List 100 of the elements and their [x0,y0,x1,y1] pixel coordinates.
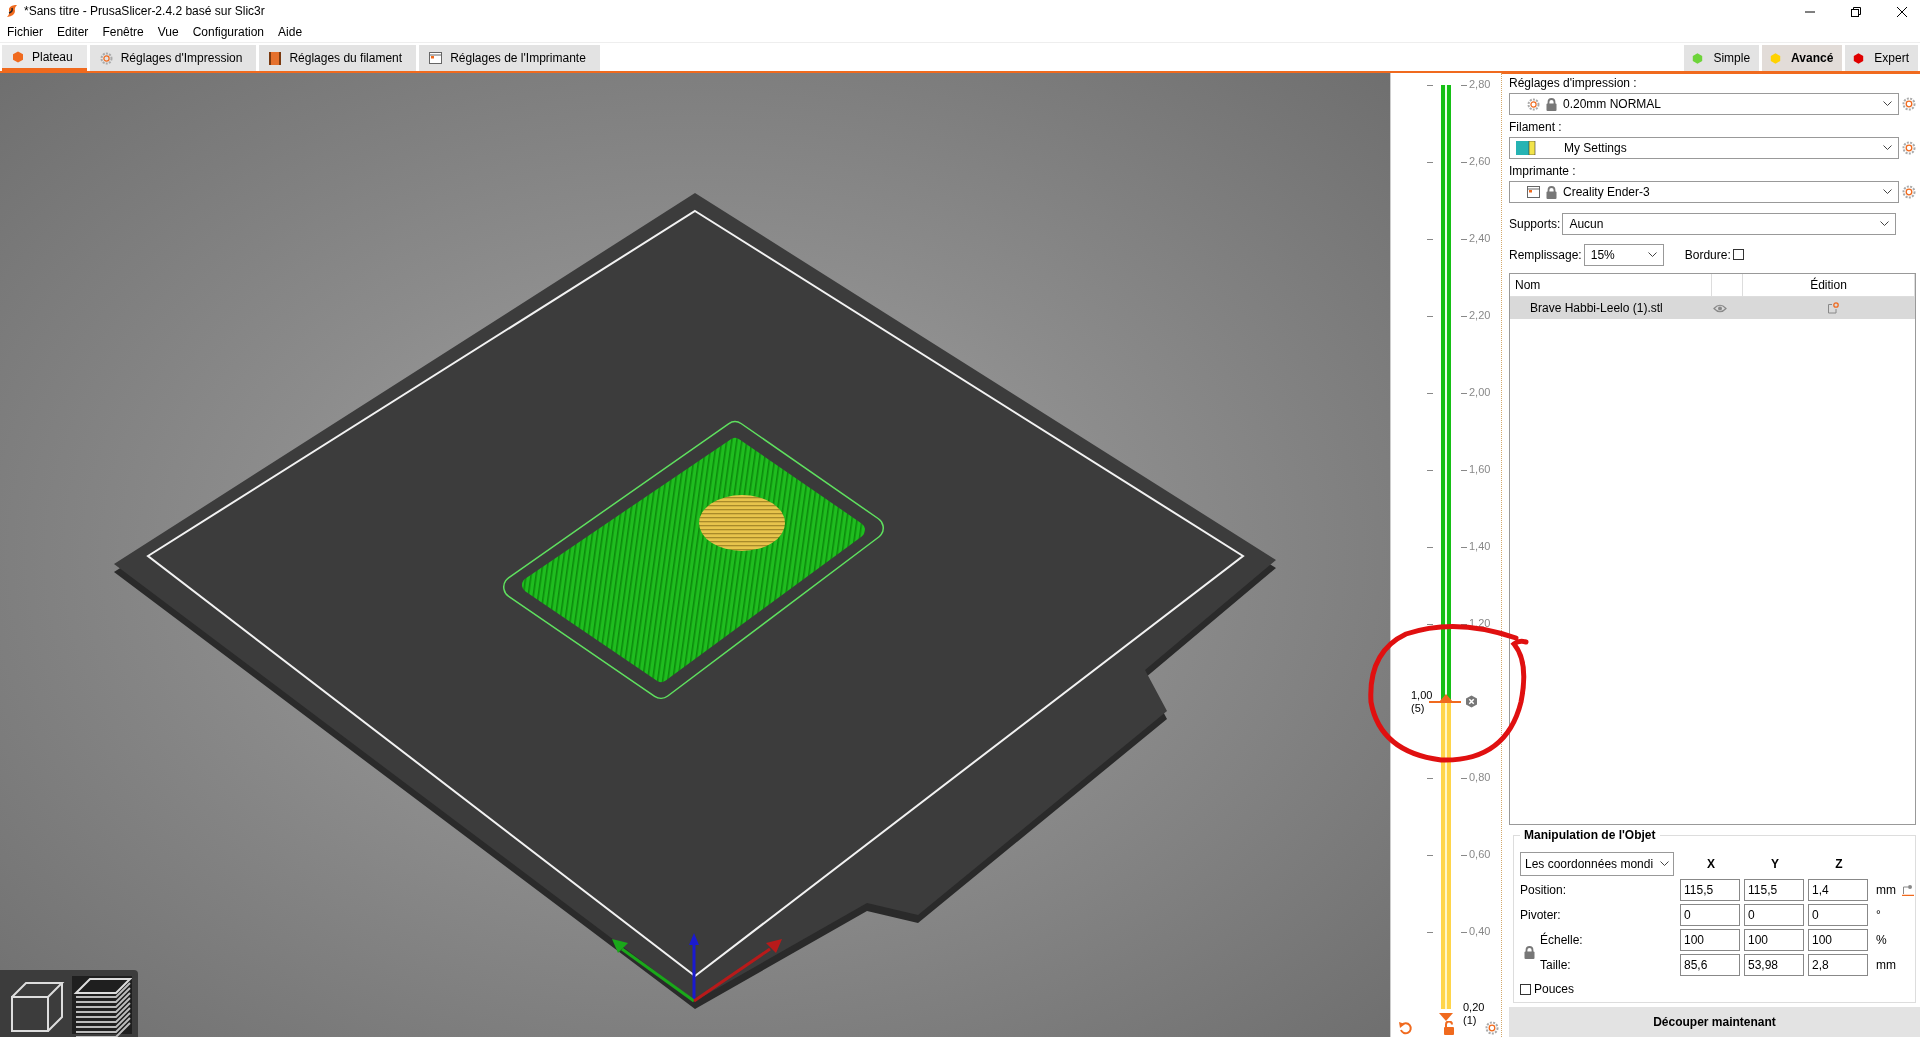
tab[interactable]: Réglages d'Impression [89,45,257,71]
preview-button[interactable] [72,976,132,1034]
row-label: Taille: [1539,958,1572,972]
object-name: Brave Habbi-Leelo (1).stl [1529,301,1664,315]
tick-label: 0,60 [1469,848,1491,860]
supports-dropdown[interactable]: Aucun [1562,212,1896,235]
value-field[interactable]: 115,5 [1744,879,1804,901]
hexagon-icon [12,50,24,63]
value-field[interactable]: 0 [1680,904,1740,926]
preset-label: Filament : [1509,120,1563,134]
tick-label: 0,80 [1469,771,1491,783]
edit-icon[interactable] [1827,302,1839,314]
axis-label: Y [1770,857,1780,871]
value-field[interactable]: 100 [1680,929,1740,951]
printer-window-icon [429,52,443,64]
settings-icon[interactable] [1902,97,1916,111]
tab[interactable]: Réglages du filament [259,45,417,71]
row-label: Pivoter: [1520,908,1562,922]
value-field[interactable]: 2,8 [1808,954,1868,976]
unit-label: % [1876,933,1887,947]
chevron-icon [1883,101,1892,107]
object-row[interactable]: Brave Habbi-Leelo (1).stl [1510,297,1915,319]
close-icon[interactable] [1896,6,1908,18]
menu-item[interactable]: Fichier [7,25,43,39]
tick-label: 2,60 [1469,155,1491,167]
tab[interactable]: Réglages de l'Imprimante [419,45,600,71]
printer-window-icon [1527,186,1540,198]
restore-icon[interactable] [1850,6,1862,18]
tab[interactable]: Plateau [2,45,87,71]
preset-label: Imprimante : [1509,164,1577,178]
3d-viewport[interactable] [0,73,1390,1037]
thumb-value: 1,00 (5) [1411,689,1433,715]
window-title: *Sans titre - PrusaSlicer-2.4.2 basé sur Slic3r [24,4,265,18]
infill-dropdown[interactable]: 15% [1583,243,1664,266]
value-field[interactable]: 0 [1744,904,1804,926]
gear-icon [1527,97,1540,111]
spool-icon [269,51,282,65]
lower-thumb[interactable] [1439,1013,1453,1021]
tick-label: 2,40 [1469,232,1491,244]
supports-label: Supports: [1509,216,1561,231]
menu-item[interactable]: Fenêtre [102,25,144,39]
upper-thumb[interactable] [1439,694,1453,702]
tick-label: 1,60 [1469,463,1491,475]
settings-icon[interactable] [1902,141,1916,155]
menu-item[interactable]: Editer [57,25,89,39]
gear-icon [99,51,113,65]
row-label: Position: [1520,883,1568,897]
chevron-icon [1883,189,1892,195]
unit-label: mm [1876,883,1896,897]
coordinates-dropdown[interactable]: Les coordonnées mondi [1520,852,1674,876]
menu-item[interactable]: Configuration [192,25,265,39]
chevron-icon [1880,220,1889,227]
tick-label: 2,20 [1469,309,1491,321]
column-header[interactable]: Nom [1510,274,1712,296]
value-field[interactable]: 85,6 [1680,954,1740,976]
mode-button[interactable]: Expert [1845,45,1918,71]
gear-icon[interactable] [1485,1021,1499,1035]
filament-color-icon [1516,141,1536,155]
mode-button[interactable]: Simple [1684,45,1760,71]
value-field[interactable]: 100 [1808,929,1868,951]
menu-item[interactable]: Vue [157,25,179,39]
settings-icon[interactable] [1902,185,1916,199]
preset-dropdown[interactable]: 0.20mm NORMAL [1509,93,1899,115]
value-field[interactable]: 100 [1744,929,1804,951]
preset-dropdown[interactable]: Creality Ender-3 [1509,181,1899,203]
unlock-icon[interactable] [1443,1021,1455,1035]
drop-to-bed-icon[interactable] [1902,884,1914,896]
brim-label: Bordure: [1684,247,1731,262]
column-header[interactable]: Édition [1743,274,1915,296]
row-label: Échelle: [1539,933,1584,947]
tick-label: 2,00 [1469,386,1491,398]
eye-icon[interactable] [1713,303,1727,313]
chevron-icon [1660,861,1669,867]
thumb-value: 0,20 (1) [1463,1001,1485,1027]
lock-icon[interactable] [1524,946,1535,959]
axis-label: X [1706,857,1716,871]
unit-label: ° [1876,908,1881,922]
menu-item[interactable]: Aide [278,25,303,39]
brim-checkbox[interactable] [1732,249,1744,260]
group-title: Manipulation de l'Objet [1520,828,1660,842]
mode-button[interactable]: Avancé [1762,45,1843,71]
app-logo-icon [6,4,18,18]
lock-icon [1546,97,1557,111]
value-field[interactable]: 1,4 [1808,879,1868,901]
undo-icon[interactable] [1399,1021,1413,1035]
value-field[interactable]: 115,5 [1680,879,1740,901]
unit-label: mm [1876,958,1896,972]
tick-label: 2,80 [1469,78,1491,90]
value-field[interactable]: 53,98 [1744,954,1804,976]
value-field[interactable]: 0 [1808,904,1868,926]
preset-label: Réglages d'impression : [1509,76,1638,90]
slice-button[interactable]: Découper maintenant [1509,1007,1920,1037]
chevron-icon [1883,145,1892,151]
inches-checkbox[interactable] [1520,983,1531,995]
chevron-icon [1647,251,1657,258]
infill-label: Remplissage: [1509,247,1582,262]
tick-label: 0,40 [1469,925,1491,937]
preset-dropdown[interactable]: My Settings [1509,137,1899,159]
layer-slider[interactable] [1441,85,1451,1009]
inches-label: Pouces [1534,982,1575,996]
